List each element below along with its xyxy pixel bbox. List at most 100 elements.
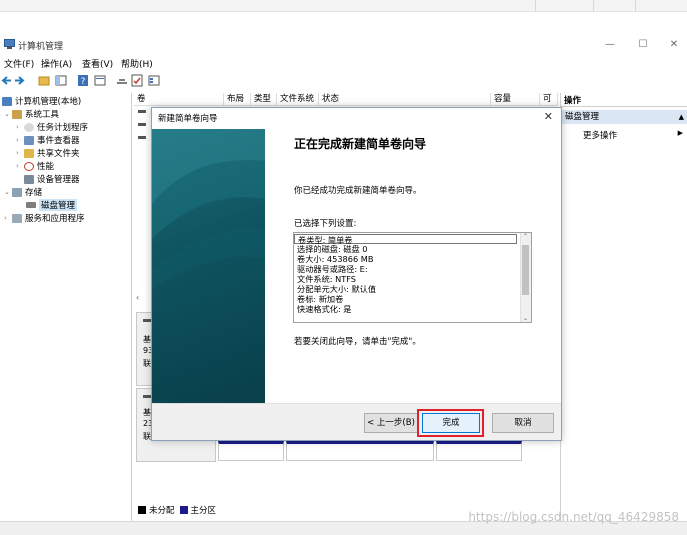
services-icon — [12, 213, 22, 223]
chevron-right-icon[interactable]: › — [16, 149, 24, 157]
device-manager-icon — [24, 174, 34, 184]
new-simple-volume-wizard: 新建简单卷向导 ✕ 正在完成新建简单卷向导 你已经成功完成新建简单卷向导。 已选… — [151, 107, 562, 441]
settings-row: 驱动器号或路径: E: — [297, 264, 368, 274]
column-header-layout[interactable]: 布局 — [224, 93, 251, 106]
legend-unallocated-swatch — [138, 506, 146, 514]
actions-section-disk-management[interactable]: 磁盘管理 ▲ — [561, 110, 687, 124]
menu-file[interactable]: 文件(F) — [4, 57, 34, 70]
wizard-description: 你已经成功完成新建简单卷向导。 — [294, 186, 422, 196]
storage-icon — [12, 187, 22, 197]
connect-icon[interactable] — [116, 74, 128, 87]
wizard-close-icon[interactable]: ✕ — [544, 110, 553, 123]
window-title: 计算机管理 — [18, 42, 64, 52]
disk-type-label: 基 — [143, 335, 151, 344]
console-tree: 计算机管理(本地) ⌄ 系统工具 › 任务计划程序 › 事件查看器 › 共享文件… — [0, 93, 132, 521]
actions-pane: 操作 磁盘管理 ▲ 更多操作 ▶ — [560, 93, 687, 521]
scroll-up-icon[interactable]: ⌃ — [523, 233, 528, 240]
wizard-heading: 正在完成新建简单卷向导 — [294, 137, 427, 151]
settings-row: 文件系统: NTFS — [297, 274, 356, 284]
legend-unallocated-label: 未分配 — [149, 506, 175, 516]
volume-row-icon — [138, 123, 146, 126]
more-actions-label: 更多操作 — [583, 131, 618, 141]
tree-item-root[interactable]: 计算机管理(本地) — [2, 95, 81, 107]
check-icon[interactable] — [131, 74, 143, 87]
console-tree-icon[interactable] — [55, 74, 67, 87]
chevron-right-icon[interactable]: › — [16, 162, 24, 170]
menu-help[interactable]: 帮助(H) — [121, 57, 153, 70]
actions-header: 操作 — [561, 94, 687, 107]
legend-primary-swatch — [179, 506, 188, 514]
selected-settings-label: 已选择下列设置: — [294, 219, 357, 229]
settings-listbox[interactable]: 卷类型: 简单卷 选择的磁盘: 磁盘 0 卷大小: 453866 MB 驱动器号… — [293, 232, 532, 323]
menu-view[interactable]: 查看(V) — [82, 57, 113, 70]
wizard-side-banner — [152, 129, 265, 403]
tree-item-system-tools[interactable]: ⌄ 系统工具 — [4, 108, 59, 120]
settings-row: 快速格式化: 是 — [297, 304, 352, 314]
scroll-left-icon[interactable]: ‹ — [136, 293, 139, 302]
chevron-down-icon[interactable]: ⌄ — [4, 188, 12, 196]
help-icon[interactable]: ? — [77, 74, 89, 87]
column-header-status[interactable]: 状态 — [319, 93, 491, 106]
partition-block[interactable] — [218, 441, 284, 461]
chevron-right-icon[interactable]: › — [16, 136, 24, 144]
settings-row: 卷类型: 简单卷 — [294, 234, 517, 245]
properties-icon[interactable] — [94, 74, 106, 87]
partition-block[interactable] — [286, 441, 434, 461]
listbox-scroll-thumb[interactable] — [522, 245, 529, 295]
cancel-button[interactable]: 取消 — [492, 413, 554, 433]
strip-separator — [593, 0, 594, 12]
tree-item-event-viewer[interactable]: › 事件查看器 — [16, 134, 80, 146]
settings-row: 卷大小: 453866 MB — [297, 254, 374, 264]
settings-row: 分配单元大小: 默认值 — [297, 284, 377, 294]
watermark: https://blog.csdn.net/qq_46429858 — [468, 510, 679, 524]
tree-item-disk-management[interactable]: 磁盘管理 — [26, 199, 78, 211]
legend: 未分配 主分区 — [138, 504, 216, 516]
back-arrow-icon[interactable] — [1, 74, 12, 87]
wizard-title: 新建简单卷向导 — [158, 114, 218, 124]
back-button[interactable]: < 上一步(B) — [364, 413, 418, 433]
view-icon[interactable] — [148, 74, 160, 87]
collapse-up-icon[interactable]: ▲ — [679, 110, 684, 124]
tree-item-device-manager[interactable]: 设备管理器 — [24, 173, 80, 185]
column-header-capacity[interactable]: 容量 — [491, 93, 540, 106]
column-header-free[interactable]: 可 — [540, 93, 558, 106]
tools-icon — [12, 109, 22, 119]
settings-row: 选择的磁盘: 磁盘 0 — [297, 244, 368, 254]
finish-instruction: 若要关闭此向导，请单击"完成"。 — [294, 337, 421, 347]
forward-arrow-icon[interactable] — [14, 74, 25, 87]
disk-status-label: 联 — [143, 359, 151, 368]
title-bar: 计算机管理 — ☐ ✕ — [0, 36, 687, 54]
partition-block[interactable] — [436, 441, 522, 461]
wizard-wave-graphic — [152, 129, 265, 289]
wizard-footer: < 上一步(B) 完成 取消 — [152, 403, 561, 440]
chevron-right-icon[interactable]: › — [4, 214, 12, 222]
chevron-right-icon[interactable]: › — [16, 123, 24, 131]
finish-highlight-box — [417, 409, 484, 437]
tree-item-storage[interactable]: ⌄ 存储 — [4, 186, 42, 198]
tree-item-task-scheduler[interactable]: › 任务计划程序 — [16, 121, 88, 133]
menu-action[interactable]: 操作(A) — [41, 57, 72, 70]
submenu-arrow-icon[interactable]: ▶ — [678, 129, 683, 137]
shared-folder-icon — [24, 148, 34, 158]
disk-type-label: 基 — [143, 408, 151, 417]
close-button[interactable]: ✕ — [666, 38, 682, 52]
computer-management-icon — [4, 39, 15, 49]
column-header-filesystem[interactable]: 文件系统 — [277, 93, 319, 106]
disk-status-label: 联 — [143, 432, 151, 441]
tree-item-performance[interactable]: › 性能 — [16, 160, 54, 172]
tree-item-shared-folders[interactable]: › 共享文件夹 — [16, 147, 80, 159]
clock-icon — [24, 122, 34, 132]
column-header-type[interactable]: 类型 — [251, 93, 277, 106]
more-actions-item[interactable]: 更多操作 — [583, 129, 617, 141]
minimize-button[interactable]: — — [602, 38, 618, 52]
settings-row: 卷标: 新加卷 — [297, 294, 344, 304]
maximize-button[interactable]: ☐ — [635, 38, 651, 52]
tree-item-services-apps[interactable]: › 服务和应用程序 — [4, 212, 85, 224]
column-header-volume[interactable]: 卷 — [134, 93, 224, 106]
folder-up-icon[interactable] — [38, 74, 50, 87]
performance-icon — [24, 161, 34, 171]
toolbar: ? — [0, 73, 687, 89]
volume-row-icon — [138, 110, 146, 113]
chevron-down-icon[interactable]: ⌄ — [4, 110, 12, 118]
scroll-down-icon[interactable]: ⌄ — [523, 315, 528, 322]
